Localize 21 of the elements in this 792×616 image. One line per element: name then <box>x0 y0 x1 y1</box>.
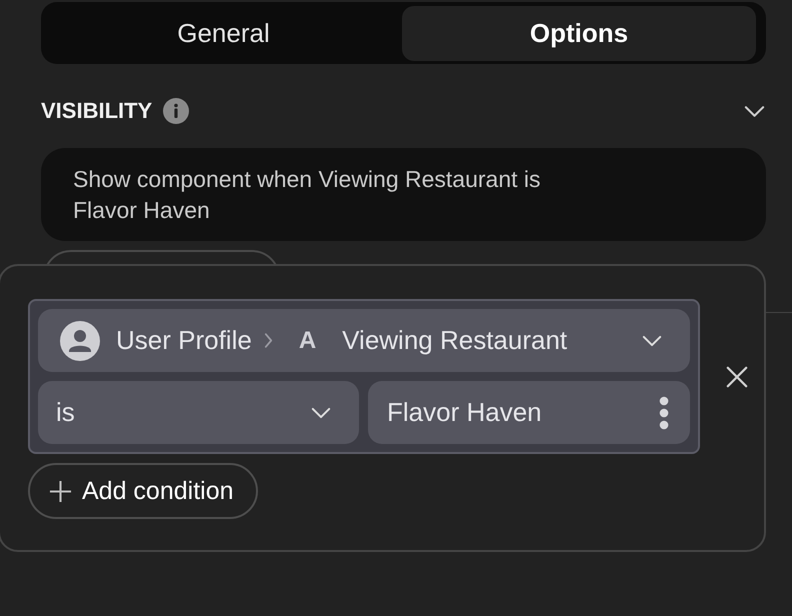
type-glyph: A <box>298 326 316 354</box>
chevron-down-icon <box>311 406 331 418</box>
tab[interactable]: Options <box>402 6 756 61</box>
field-select[interactable]: User Profile A Viewing Restaurant <box>38 309 690 372</box>
chevron-right-icon <box>264 332 273 349</box>
value-text: Flavor Haven <box>387 397 542 428</box>
field-label: Viewing Restaurant <box>342 325 568 356</box>
summary-text: Show component when Viewing Restaurant is Flavor Haven <box>73 165 542 225</box>
chevron-down-icon <box>642 334 662 346</box>
value-field[interactable]: Flavor Haven <box>368 381 690 444</box>
plus-icon <box>49 480 72 502</box>
section-title: VISIBILITY <box>41 98 152 124</box>
chevron-down-icon[interactable] <box>744 104 765 118</box>
close-icon[interactable] <box>726 366 748 388</box>
operator-select[interactable]: is <box>38 381 359 444</box>
more-vertical-icon[interactable] <box>659 396 669 430</box>
tab[interactable]: General <box>45 6 402 61</box>
source-label: User Profile <box>116 325 252 356</box>
user-avatar-icon <box>60 320 100 360</box>
info-icon[interactable] <box>163 98 190 124</box>
add-condition-button[interactable]: Add condition <box>28 463 258 519</box>
